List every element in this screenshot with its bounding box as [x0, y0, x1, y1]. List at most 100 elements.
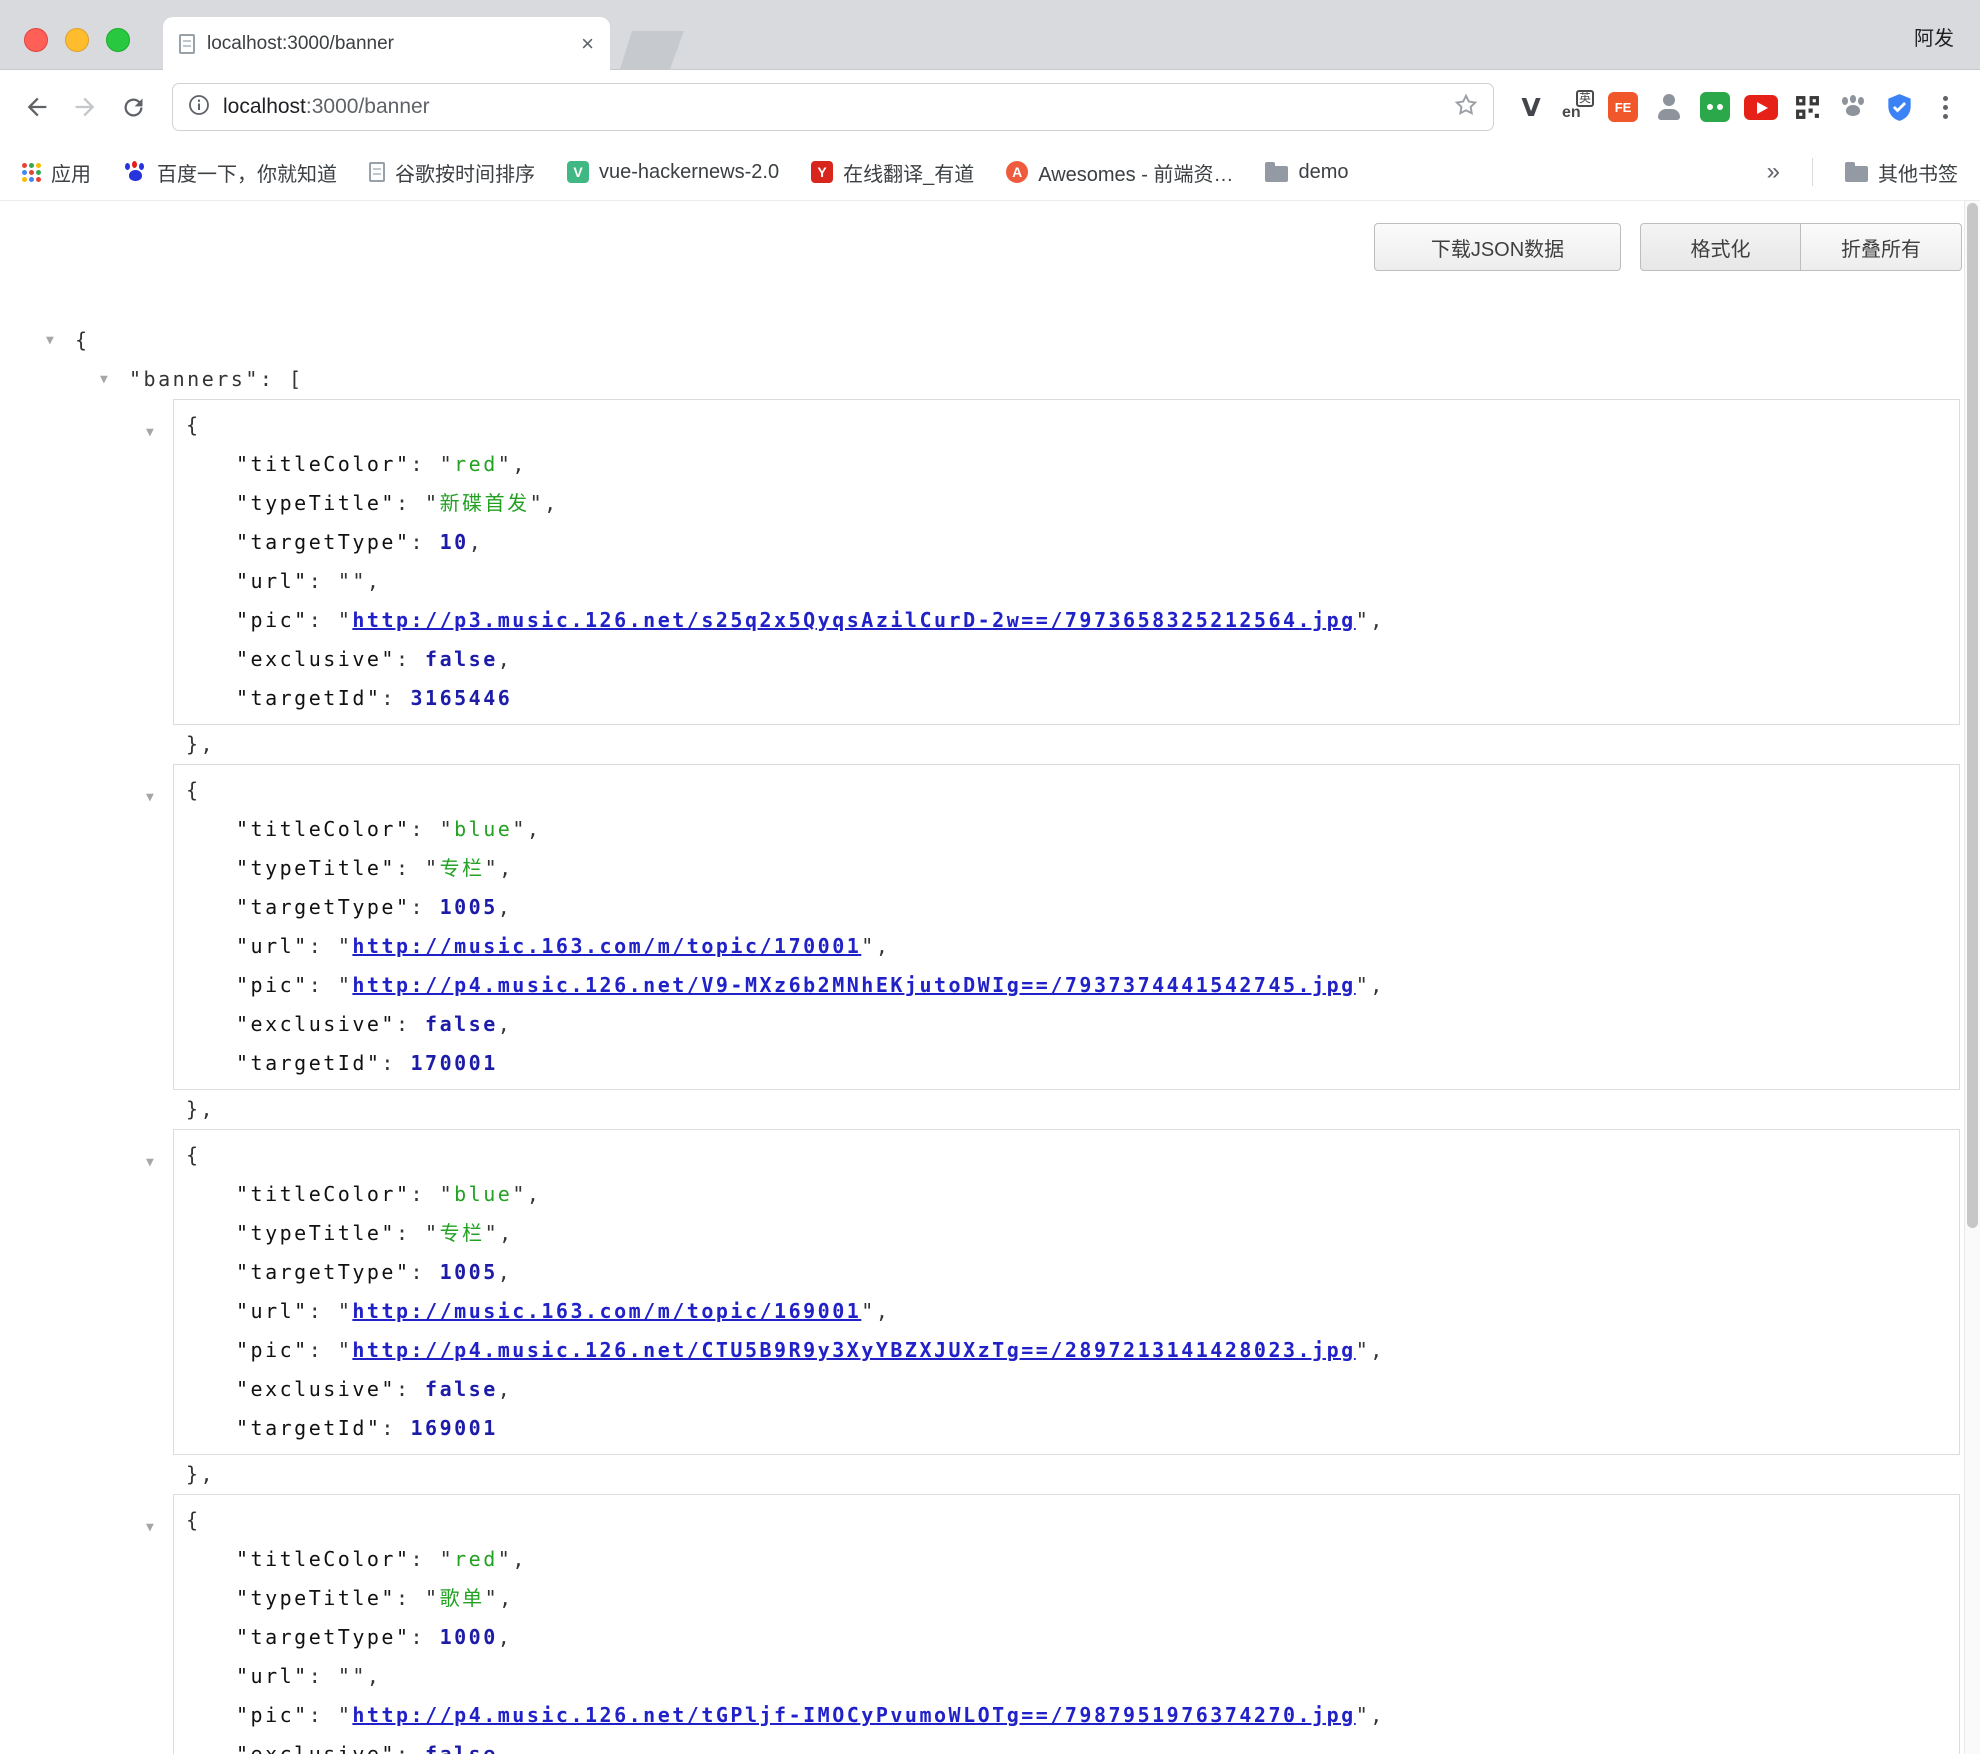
other-bookmarks-folder[interactable]: 其他书签 — [1845, 158, 1958, 187]
bookmark-awesomes[interactable]: A Awesomes - 前端资… — [1006, 158, 1233, 187]
json-url-link[interactable]: http://p4.music.126.net/tGPljf-IMOCyPvum… — [352, 1703, 1355, 1727]
json-key: "targetType" — [236, 1625, 411, 1649]
browser-menu-button[interactable] — [1926, 88, 1964, 126]
bookmark-google-sort[interactable]: 谷歌按时间排序 — [369, 158, 535, 187]
format-collapse-group: 格式化 折叠所有 — [1640, 223, 1962, 271]
json-bool: false — [425, 1377, 498, 1401]
json-q: " — [440, 452, 455, 476]
json-q: " — [338, 1338, 353, 1362]
qr-code-extension-icon[interactable] — [1788, 88, 1826, 126]
page-info-icon[interactable] — [187, 93, 211, 122]
json-q: " — [425, 856, 440, 880]
json-q: " — [338, 1664, 353, 1688]
collapse-toggle-icon[interactable]: ▼ — [146, 778, 175, 817]
translate-extension-icon[interactable]: en英 — [1558, 88, 1596, 126]
json-punc: , — [498, 647, 513, 671]
collapse-toggle-icon[interactable]: ▼ — [146, 1143, 175, 1182]
vimium-extension-icon[interactable]: V — [1512, 88, 1550, 126]
tab-close-icon[interactable]: × — [581, 33, 594, 55]
json-punc: : — [309, 608, 338, 632]
format-button[interactable]: 格式化 — [1640, 223, 1801, 271]
new-tab-button[interactable] — [620, 31, 684, 69]
navigation-toolbar: localhost:3000/banner V en英 FE — [0, 70, 1980, 144]
paw-extension-icon[interactable] — [1834, 88, 1872, 126]
json-object-box: ▼{"titleColor": "red","typeTitle": "新碟首发… — [173, 399, 1960, 725]
bookmark-vue-hackernews[interactable]: V vue-hackernews-2.0 — [567, 161, 779, 184]
json-str: blue — [454, 1182, 512, 1206]
json-punc: : — [396, 1586, 425, 1610]
collapse-toggle-icon[interactable]: ▼ — [100, 360, 129, 399]
accounts-extension-icon[interactable] — [1650, 88, 1688, 126]
close-window-button[interactable] — [24, 28, 48, 52]
bookmark-apps[interactable]: 应用 — [22, 158, 91, 187]
json-field-targetType: "targetType": 1005, — [186, 1253, 1947, 1292]
json-punc: , — [498, 1377, 513, 1401]
json-url-link[interactable]: http://music.163.com/m/topic/170001 — [352, 934, 861, 958]
json-q: " — [425, 1586, 440, 1610]
json-url-link[interactable]: http://music.163.com/m/topic/169001 — [352, 1299, 861, 1323]
json-viewer: ▼{ ▼"banners": [ ▼{"titleColor": "red","… — [0, 201, 1980, 1754]
json-punc: , — [498, 1260, 513, 1284]
json-num: 169001 — [411, 1416, 498, 1440]
page-scrollbar[interactable] — [1964, 201, 1980, 1754]
json-punc: : — [309, 1299, 338, 1323]
bookmark-baidu[interactable]: 百度一下，你就知道 — [123, 158, 337, 187]
bookmark-youdao[interactable]: Y 在线翻译_有道 — [811, 158, 974, 187]
json-punc: , — [527, 1182, 542, 1206]
green-monkey-extension-icon[interactable] — [1696, 88, 1734, 126]
json-punc: , — [1370, 608, 1385, 632]
profile-name[interactable]: 阿发 — [1914, 22, 1954, 51]
bookmark-demo-folder[interactable]: demo — [1265, 161, 1348, 184]
bookmarks-overflow-chevron[interactable]: » — [1767, 158, 1780, 186]
collapse-toggle-icon[interactable]: ▼ — [146, 413, 175, 452]
json-url-link[interactable]: http://p4.music.126.net/V9-MXz6b2MNhEKju… — [352, 973, 1355, 997]
json-array: ▼{"titleColor": "red","typeTitle": "新碟首发… — [173, 399, 1960, 1754]
url-text: localhost:3000/banner — [223, 95, 1441, 119]
json-str: 专栏 — [440, 1221, 485, 1245]
security-shield-extension-icon[interactable] — [1880, 88, 1918, 126]
json-field-pic: "pic": "http://p4.music.126.net/V9-MXz6b… — [186, 966, 1947, 1005]
json-key: "targetId" — [236, 1416, 381, 1440]
json-url-link[interactable]: http://p4.music.126.net/CTU5B9R9y3XyYBZX… — [352, 1338, 1355, 1362]
collapse-all-button[interactable]: 折叠所有 — [1801, 223, 1962, 271]
collapse-toggle-icon[interactable]: ▼ — [46, 321, 75, 360]
json-punc: { — [186, 778, 201, 802]
json-punc: , — [512, 452, 527, 476]
json-punc: : — [396, 1221, 425, 1245]
json-object-open: ▼{ — [186, 1501, 1947, 1540]
bookmarks-bar: 应用 百度一下，你就知道 谷歌按时间排序 V vue-hackernews-2.… — [0, 144, 1980, 201]
json-punc: : — [396, 1742, 425, 1754]
json-field-typeTitle: "typeTitle": "歌单", — [186, 1579, 1947, 1618]
back-button[interactable] — [16, 86, 58, 128]
json-punc: , — [1370, 1703, 1385, 1727]
json-punc: , — [499, 1586, 514, 1610]
browser-tab[interactable]: localhost:3000/banner × — [163, 17, 610, 70]
json-url-link[interactable]: http://p3.music.126.net/s25q2x5QyqsAzilC… — [352, 608, 1355, 632]
json-punc: , — [499, 856, 514, 880]
json-punc: : — [411, 1625, 440, 1649]
window-controls — [24, 28, 130, 52]
json-punc: : — [381, 1051, 410, 1075]
json-key: "titleColor" — [236, 1182, 411, 1206]
reload-button[interactable] — [112, 86, 154, 128]
json-num: 1005 — [440, 895, 498, 919]
json-object-open: ▼{ — [186, 1136, 1947, 1175]
zoom-window-button[interactable] — [106, 28, 130, 52]
json-punc: : — [381, 686, 410, 710]
json-field-pic: "pic": "http://p3.music.126.net/s25q2x5Q… — [186, 601, 1947, 640]
download-json-button[interactable]: 下载JSON数据 — [1374, 223, 1621, 271]
json-key: "pic" — [236, 608, 309, 632]
bookmark-star-icon[interactable] — [1453, 92, 1479, 123]
json-punc: { — [186, 1143, 201, 1167]
collapse-toggle-icon[interactable]: ▼ — [146, 1508, 175, 1547]
minimize-window-button[interactable] — [65, 28, 89, 52]
json-str: red — [454, 1547, 498, 1571]
youdao-icon: Y — [811, 161, 833, 183]
url-host: localhost — [223, 95, 306, 118]
scrollbar-thumb[interactable] — [1967, 203, 1978, 1228]
fehelper-extension-icon[interactable]: FE — [1604, 88, 1642, 126]
address-bar[interactable]: localhost:3000/banner — [172, 83, 1494, 131]
youtube-extension-icon[interactable] — [1742, 88, 1780, 126]
page-icon — [369, 162, 385, 182]
forward-button[interactable] — [64, 86, 106, 128]
